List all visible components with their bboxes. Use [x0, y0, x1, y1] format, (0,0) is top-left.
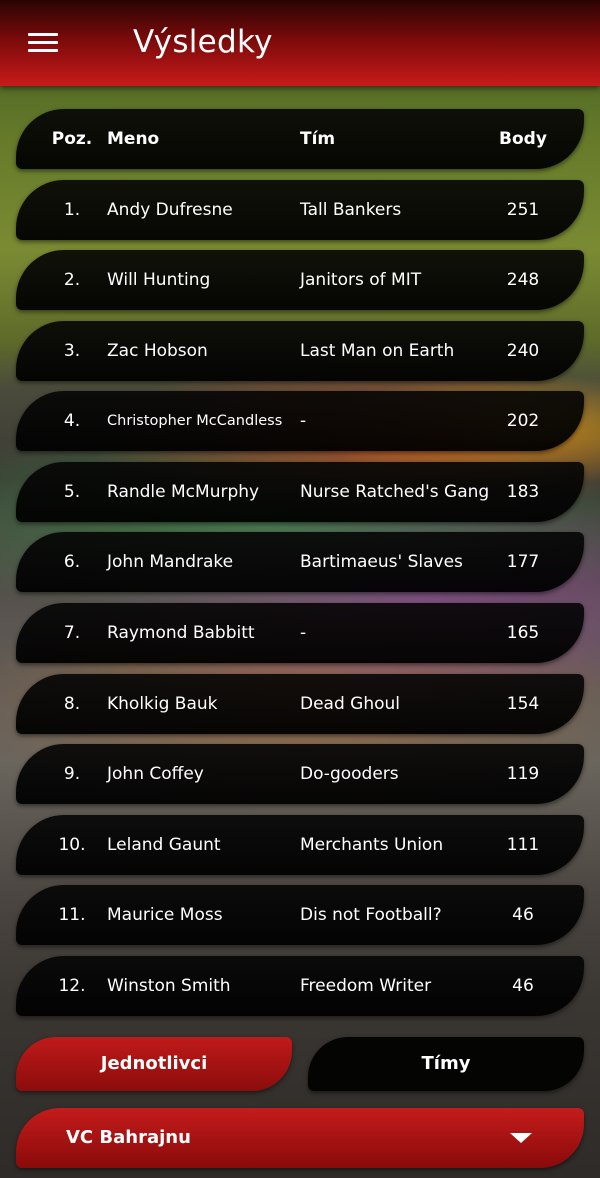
row-team-name: Tall Bankers: [300, 200, 402, 220]
row-team-name: Janitors of MIT: [300, 270, 422, 290]
table-row[interactable]: 9. John Coffey Do-gooders 119: [16, 744, 584, 804]
row-driver-name: Winston Smith: [107, 976, 231, 996]
table-row[interactable]: 5. Randle McMurphy Nurse Ratched's Gang …: [16, 462, 584, 522]
row-team-name: Bartimaeus' Slaves: [300, 552, 463, 572]
row-team-name: -: [300, 623, 307, 643]
row-team-name: Merchants Union: [300, 835, 444, 855]
row-team-name: Dis not Football?: [300, 905, 442, 925]
row-points: 165: [506, 623, 540, 643]
column-header-points: Body: [499, 129, 547, 149]
table-row[interactable]: 6. John Mandrake Bartimaeus' Slaves 177: [16, 532, 584, 592]
row-points: 240: [506, 341, 540, 361]
row-position: 6.: [63, 552, 81, 572]
row-points: 177: [506, 552, 540, 572]
row-points: 111: [506, 835, 540, 855]
row-driver-name: Leland Gaunt: [107, 835, 221, 855]
row-position: 12.: [58, 976, 86, 996]
row-points: 251: [506, 200, 540, 220]
dropdown-caret-icon: [510, 1133, 532, 1143]
race-selector-value: VC Bahrajnu: [66, 1127, 191, 1148]
row-position: 2.: [63, 270, 81, 290]
app-bar: Výsledky: [0, 0, 600, 86]
row-position: 10.: [58, 835, 86, 855]
column-header-position: Poz.: [51, 129, 93, 149]
hamburger-menu-icon[interactable]: [22, 28, 64, 58]
row-driver-name: Andy Dufresne: [107, 200, 233, 220]
row-team-name: Nurse Ratched's Gang: [300, 482, 490, 502]
row-team-name: Do-gooders: [300, 764, 399, 784]
row-position: 3.: [63, 341, 81, 361]
row-points: 183: [506, 482, 540, 502]
row-position: 4.: [63, 411, 81, 431]
row-points: 46: [512, 905, 534, 925]
row-driver-name: Christopher McCandless: [107, 413, 283, 429]
table-row[interactable]: 4. Christopher McCandless - 202: [16, 391, 584, 451]
tab-individual[interactable]: Jednotlivci: [16, 1037, 292, 1091]
row-position: 1.: [63, 200, 81, 220]
row-driver-name: Kholkig Bauk: [107, 694, 218, 714]
row-points: 46: [512, 976, 534, 996]
column-header-name: Meno: [107, 129, 160, 149]
row-points: 202: [506, 411, 540, 431]
row-driver-name: Zac Hobson: [107, 341, 208, 361]
table-row[interactable]: 11. Maurice Moss Dis not Football? 46: [16, 885, 584, 945]
table-row[interactable]: 2. Will Hunting Janitors of MIT 248: [16, 250, 584, 310]
table-row[interactable]: 7. Raymond Babbitt - 165: [16, 603, 584, 663]
row-team-name: Freedom Writer: [300, 976, 432, 996]
row-driver-name: John Coffey: [107, 764, 204, 784]
row-position: 11.: [58, 905, 86, 925]
tab-teams[interactable]: Tímy: [308, 1037, 584, 1091]
row-team-name: -: [300, 411, 307, 431]
row-points: 248: [506, 270, 540, 290]
race-selector-dropdown[interactable]: VC Bahrajnu: [16, 1108, 584, 1168]
column-header-team: Tím: [300, 129, 336, 149]
row-driver-name: Raymond Babbitt: [107, 623, 255, 643]
table-row[interactable]: 10. Leland Gaunt Merchants Union 111: [16, 815, 584, 875]
row-position: 5.: [63, 482, 81, 502]
table-row[interactable]: 12. Winston Smith Freedom Writer 46: [16, 956, 584, 1016]
row-points: 154: [506, 694, 540, 714]
row-position: 7.: [63, 623, 81, 643]
row-driver-name: John Mandrake: [107, 552, 234, 572]
table-row[interactable]: 1. Andy Dufresne Tall Bankers 251: [16, 180, 584, 240]
table-row[interactable]: 3. Zac Hobson Last Man on Earth 240: [16, 321, 584, 381]
results-table-header: Poz. Meno Tím Body: [16, 109, 584, 169]
row-team-name: Last Man on Earth: [300, 341, 455, 361]
row-team-name: Dead Ghoul: [300, 694, 401, 714]
row-driver-name: Maurice Moss: [107, 905, 223, 925]
row-driver-name: Randle McMurphy: [107, 482, 260, 502]
row-driver-name: Will Hunting: [107, 270, 211, 290]
row-position: 9.: [63, 764, 81, 784]
table-row[interactable]: 8. Kholkig Bauk Dead Ghoul 154: [16, 674, 584, 734]
page-title: Výsledky: [133, 24, 273, 60]
row-points: 119: [506, 764, 540, 784]
row-position: 8.: [63, 694, 81, 714]
